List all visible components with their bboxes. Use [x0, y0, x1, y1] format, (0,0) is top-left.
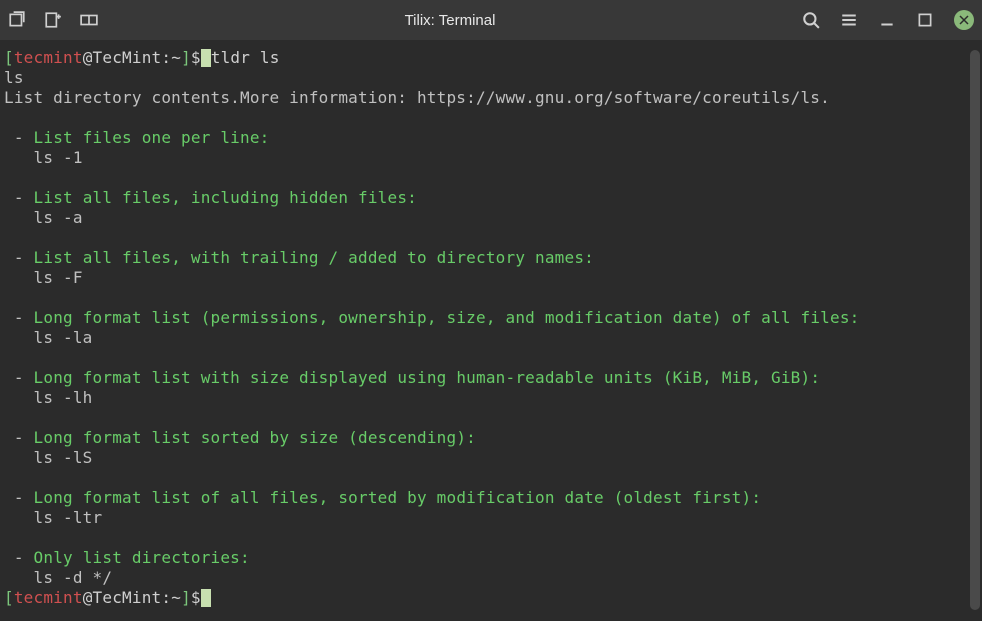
item-cmd: ls -lS: [4, 448, 978, 468]
item-cmd: ls -a: [4, 208, 978, 228]
blank-line: [4, 468, 978, 488]
split-icon[interactable]: [80, 11, 98, 29]
item-cmd: ls -d */: [4, 568, 978, 588]
item-desc-text: Long format list of all files, sorted by…: [34, 488, 762, 507]
item-desc: - Long format list with size displayed u…: [4, 368, 978, 388]
item-desc-text: List all files, including hidden files:: [34, 188, 417, 207]
item-desc-text: Long format list sorted by size (descend…: [34, 428, 476, 447]
close-icon[interactable]: [954, 10, 974, 30]
item-desc: - List all files, with trailing / added …: [4, 248, 978, 268]
item-desc: - Only list directories:: [4, 548, 978, 568]
output-name: ls: [4, 68, 978, 88]
blank-line: [4, 288, 978, 308]
item-desc-text: Long format list with size displayed usi…: [34, 368, 821, 387]
item-desc-text: Only list directories:: [34, 548, 250, 567]
window-title: Tilix: Terminal: [98, 12, 802, 29]
item-cmd: ls -lh: [4, 388, 978, 408]
blank-line: [4, 168, 978, 188]
item-desc-text: List all files, with trailing / added to…: [34, 248, 594, 267]
item-desc: - List all files, including hidden files…: [4, 188, 978, 208]
maximize-icon[interactable]: [916, 11, 934, 29]
blank-line: [4, 108, 978, 128]
titlebar: Tilix: Terminal: [0, 0, 982, 40]
prompt-line-2: [tecmint@TecMint:~]$: [4, 588, 978, 608]
item-cmd: ls -la: [4, 328, 978, 348]
item-desc: - Long format list of all files, sorted …: [4, 488, 978, 508]
blank-line: [4, 228, 978, 248]
typed-command: tldr ls: [211, 48, 280, 67]
blank-line: [4, 528, 978, 548]
minimize-icon[interactable]: [878, 11, 896, 29]
prompt-line-1: [tecmint@TecMint:~]$ tldr ls: [4, 48, 978, 68]
output-items: - List files one per line: ls -1 - List …: [4, 108, 978, 588]
titlebar-right-group: [802, 10, 974, 30]
search-icon[interactable]: [802, 11, 820, 29]
item-desc-text: List files one per line:: [34, 128, 270, 147]
item-cmd: ls -ltr: [4, 508, 978, 528]
output-summary: List directory contents.More information…: [4, 88, 978, 108]
blank-line: [4, 408, 978, 428]
item-cmd: ls -F: [4, 268, 978, 288]
item-desc: - Long format list (permissions, ownersh…: [4, 308, 978, 328]
new-tab-icon[interactable]: [44, 11, 62, 29]
item-desc-text: Long format list (permissions, ownership…: [34, 308, 860, 327]
item-cmd: ls -1: [4, 148, 978, 168]
blank-line: [4, 348, 978, 368]
terminal-body[interactable]: [tecmint@TecMint:~]$ tldr ls ls List dir…: [0, 40, 982, 612]
new-window-icon[interactable]: [8, 11, 26, 29]
item-desc: - List files one per line:: [4, 128, 978, 148]
titlebar-left-group: [8, 11, 98, 29]
menu-icon[interactable]: [840, 11, 858, 29]
item-desc: - Long format list sorted by size (desce…: [4, 428, 978, 448]
scrollbar[interactable]: [970, 50, 980, 610]
